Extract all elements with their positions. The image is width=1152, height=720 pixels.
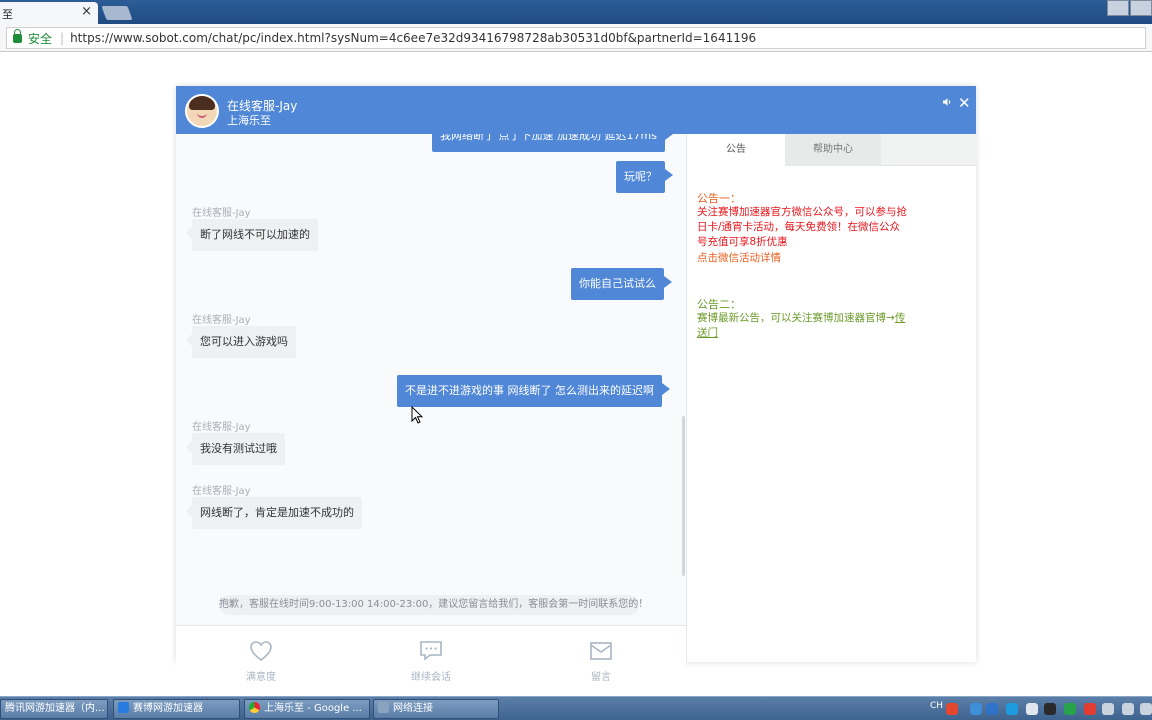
message-user: 我网络断了 点了下加速 加速成功 延迟17ms: [432, 134, 673, 152]
tray-app-icon[interactable]: [986, 703, 998, 715]
announcement-2-text: 赛博最新公告，可以关注赛博加速器官博→: [697, 312, 895, 324]
satisfaction-label: 满意度: [246, 672, 276, 683]
taskbar-item[interactable]: 网络连接: [373, 699, 499, 719]
lock-icon: [13, 28, 22, 43]
message-list[interactable]: 我网络断了 点了下加速 加速成功 延迟17ms 玩呢？ 在线客服-Jay 断了网…: [176, 134, 686, 577]
secure-label: 安全: [28, 31, 53, 46]
cybo-app-icon: [118, 702, 129, 713]
chat-bubble-icon: [420, 641, 442, 661]
mouse-cursor-icon: [411, 406, 423, 424]
announcement-1-title: 公告一：: [697, 192, 741, 205]
taskbar-item-label: 上海乐至 - Google ...: [264, 703, 362, 714]
satisfaction-button[interactable]: 满意度: [221, 640, 301, 683]
taskbar-item-label: 腾讯网游加速器（内...: [5, 703, 105, 714]
taskbar-item[interactable]: 腾讯网游加速器（内...: [0, 699, 108, 719]
agent-company: 上海乐至: [227, 114, 271, 127]
message-agent: 您可以进入游戏吗: [186, 326, 296, 358]
mail-icon: [590, 642, 612, 660]
heart-icon: [250, 641, 272, 662]
taskbar-item[interactable]: 上海乐至 - Google ...: [244, 699, 370, 719]
message-sender: 在线客服-Jay: [192, 422, 251, 433]
close-icon[interactable]: ✕: [958, 94, 971, 112]
address-bar: 安全 | https://www.sobot.com/chat/pc/index…: [0, 24, 1152, 52]
taskbar: 腾讯网游加速器（内... 赛博网游加速器 上海乐至 - Google ... 网…: [0, 696, 1152, 720]
message-agent: 断了网线不可以加速的: [186, 219, 318, 251]
volume-icon[interactable]: [1122, 703, 1134, 715]
message-agent: 网线断了，肯定是加速不成功的: [186, 497, 362, 529]
chat-conversation: 我网络断了 点了下加速 加速成功 延迟17ms 玩呢？ 在线客服-Jay 断了网…: [176, 134, 686, 710]
tray-app-icon[interactable]: [1044, 703, 1056, 715]
tray-app-icon[interactable]: [970, 703, 982, 715]
tab-notice[interactable]: 公告: [687, 134, 785, 166]
message-sender: 在线客服-Jay: [192, 486, 251, 497]
message-scrollbar[interactable]: [682, 416, 685, 576]
browser-tabbar: 至 ×: [0, 0, 1152, 24]
chat-header: 在线客服-Jay 上海乐至 ✕: [176, 86, 976, 134]
window-controls: [1106, 0, 1152, 16]
taskbar-item-label: 赛博网游加速器: [133, 703, 203, 714]
tab-close-icon[interactable]: ×: [81, 4, 92, 19]
url-text[interactable]: https://www.sobot.com/chat/pc/index.html…: [70, 31, 756, 45]
tab-help-center[interactable]: 帮助中心: [785, 134, 881, 166]
message-user: 玩呢？: [616, 161, 673, 193]
tray-app-icon[interactable]: [1140, 703, 1152, 715]
network-connections-icon: [378, 702, 389, 713]
announcement-2-body: 赛博最新公告，可以关注赛博加速器官博→传送门: [697, 311, 907, 341]
announcement-2-title: 公告二：: [697, 298, 741, 311]
system-tray: CH: [926, 701, 1152, 719]
message-user: 你能自己试试么: [571, 268, 672, 300]
tray-app-icon[interactable]: [1026, 703, 1038, 715]
avatar: [185, 94, 219, 128]
tray-app-icon[interactable]: [946, 703, 958, 715]
url-field[interactable]: 安全 | https://www.sobot.com/chat/pc/index…: [6, 27, 1146, 49]
sound-icon[interactable]: [942, 97, 952, 107]
chrome-icon: [249, 702, 260, 713]
browser-tab-title: 至: [2, 8, 13, 21]
offline-notice: 抱歉，客服在线时间9:00-13:00 14:00-23:00，建议您留言给我们…: [219, 595, 648, 615]
browser-tab[interactable]: 至 ×: [0, 2, 98, 24]
taskbar-item[interactable]: 赛博网游加速器: [113, 699, 240, 719]
language-indicator[interactable]: CH: [930, 701, 943, 711]
chat-window: 在线客服-Jay 上海乐至 ✕ 我网络断了 点了下加速 加速成功 延迟17ms …: [176, 86, 977, 710]
new-tab-button[interactable]: [101, 6, 133, 20]
tray-app-icon[interactable]: [1064, 703, 1076, 715]
info-panel: 公告 帮助中心 公告一： 关注赛博加速器官方微信公众号，可以参与抢日卡/通宵卡活…: [686, 134, 977, 662]
network-icon[interactable]: [1102, 703, 1114, 715]
message-sender: 在线客服-Jay: [192, 208, 251, 219]
leave-message-button[interactable]: 留言: [561, 640, 641, 683]
continue-chat-button[interactable]: 继续会话: [391, 640, 471, 683]
tray-app-icon[interactable]: [1006, 703, 1018, 715]
panel-tabs: 公告 帮助中心: [687, 134, 977, 166]
maximize-button[interactable]: [1130, 0, 1152, 16]
url-separator: |: [60, 31, 65, 45]
message-agent: 我没有测试过哦: [186, 433, 285, 465]
continue-chat-label: 继续会话: [411, 672, 451, 683]
leave-message-label: 留言: [591, 672, 611, 683]
announcement-1-body: 关注赛博加速器官方微信公众号，可以参与抢日卡/通宵卡活动，每天免费领！在微信公众…: [697, 206, 907, 248]
taskbar-item-label: 网络连接: [393, 703, 433, 714]
minimize-button[interactable]: [1107, 0, 1129, 16]
message-sender: 在线客服-Jay: [192, 315, 251, 326]
tray-app-icon[interactable]: [1084, 703, 1096, 715]
wechat-activity-link[interactable]: 点击微信活动详情: [697, 250, 781, 265]
message-user: 不是进不进游戏的事 网线断了 怎么测出来的延迟啊: [397, 375, 670, 407]
